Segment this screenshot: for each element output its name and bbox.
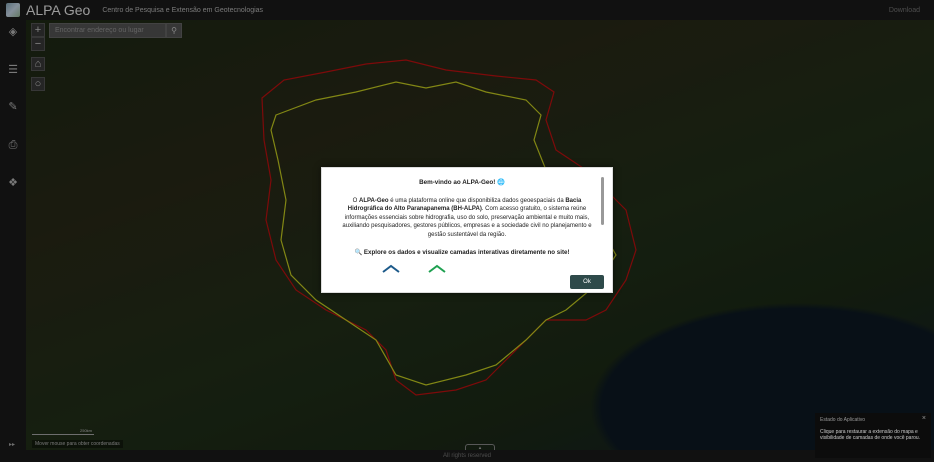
ok-button[interactable]: Ok (570, 275, 604, 289)
body-text: é uma plataforma online que disponibiliz… (388, 198, 566, 204)
chevron-up-icon (428, 264, 446, 273)
chevron-up-icon (382, 264, 400, 273)
toast-body[interactable]: Clique para restaurar a extensão do mapa… (820, 429, 926, 441)
welcome-dialog: Bem-vindo ao ALPA-Geo! 🌐 O ALPA-Geo é um… (321, 167, 613, 293)
dialog-scrollbar[interactable] (601, 177, 604, 225)
dialog-title: Bem-vindo ao ALPA-Geo! 🌐 (419, 179, 505, 186)
app-state-toast[interactable]: Estado do Aplicativo Clique para restaur… (815, 413, 931, 458)
body-bold-name: ALPA-Geo (358, 198, 389, 204)
dialog-body: O ALPA-Geo é uma plataforma online que d… (336, 197, 598, 239)
dialog-explore-text: 🔍 Explore os dados e visualize camadas i… (354, 249, 570, 256)
toast-title: Estado do Aplicativo (820, 417, 866, 423)
close-icon[interactable]: × (922, 415, 926, 422)
